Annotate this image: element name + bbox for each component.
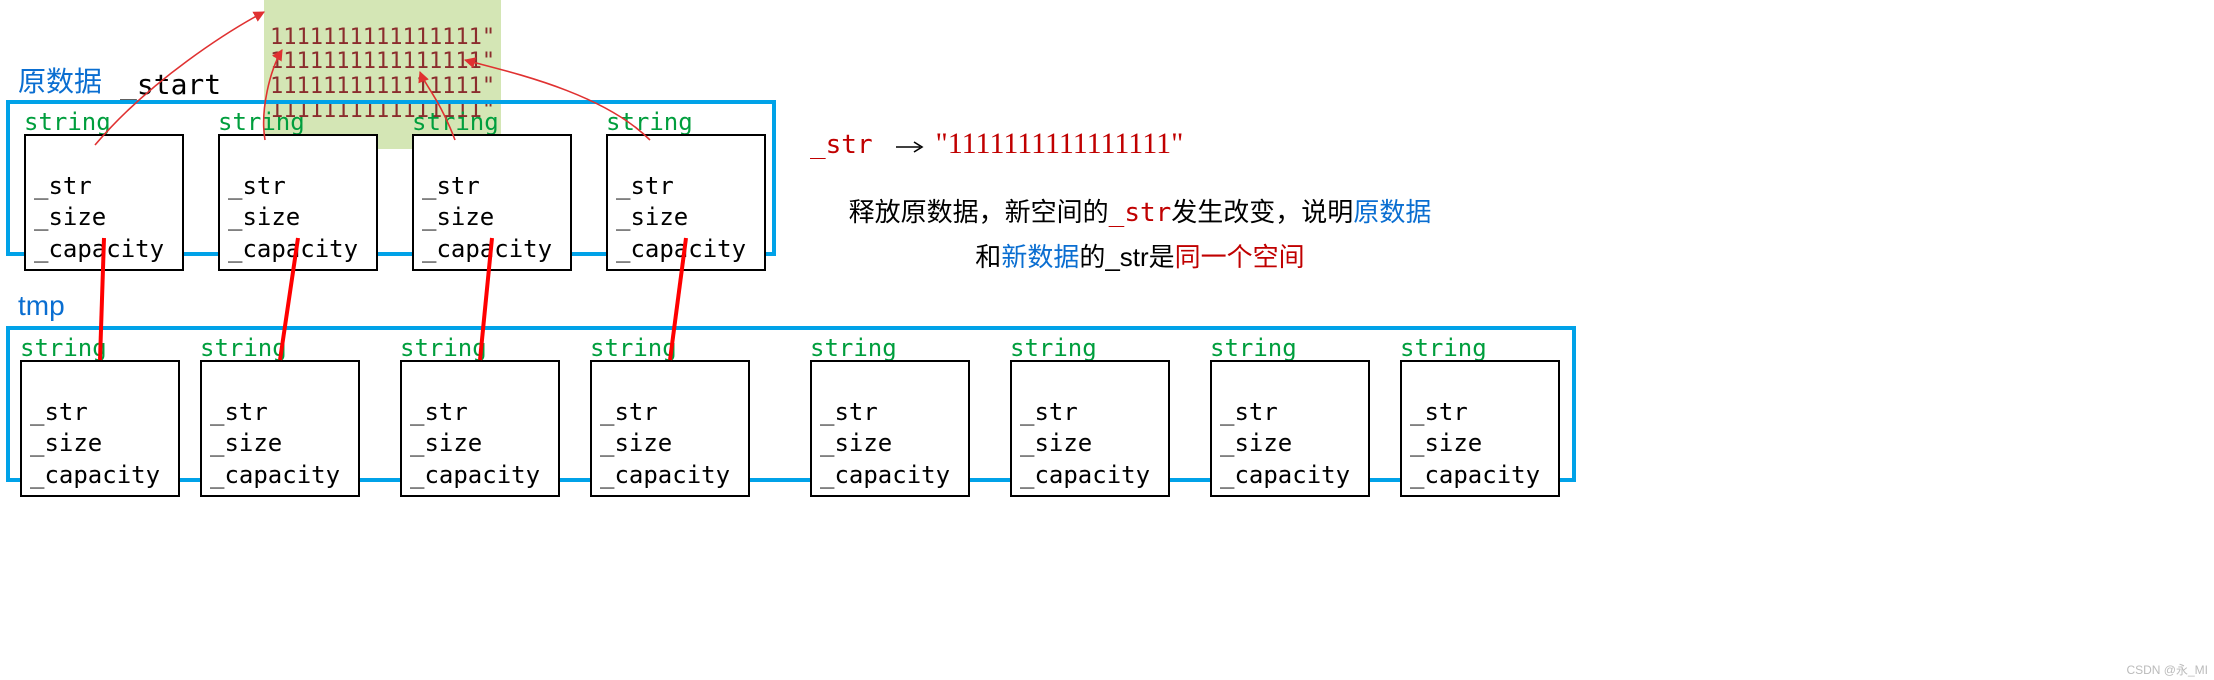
t: 的_str是: [1079, 242, 1174, 272]
field-size: _size: [422, 203, 494, 231]
field-capacity: _capacity: [30, 461, 160, 489]
string-object-top: _str _size _capacity: [24, 134, 184, 271]
t: 同一个空间: [1175, 242, 1305, 272]
string-object-top: _str _size _capacity: [412, 134, 572, 271]
diagram-stage: 1111111111111111" 1111111111111111" 1111…: [0, 0, 2214, 680]
heap-line: 1111111111111111": [270, 74, 495, 99]
field-str: _str: [616, 172, 674, 200]
field-str: _str: [820, 398, 878, 426]
field-size: _size: [600, 429, 672, 457]
field-capacity: _capacity: [1410, 461, 1540, 489]
string-type-label: string: [606, 108, 693, 136]
string-type-label: string: [590, 334, 677, 362]
string-type-label: string: [400, 334, 487, 362]
field-str: _str: [410, 398, 468, 426]
field-size: _size: [1410, 429, 1482, 457]
right-explainer: 释放原数据，新空间的_str发生改变，说明原数据 和新数据的_str是同一个空间: [820, 190, 1460, 279]
right-pointer: _str "1111111111111111": [810, 118, 1183, 169]
field-size: _size: [616, 203, 688, 231]
field-str: _str: [1410, 398, 1468, 426]
field-capacity: _capacity: [600, 461, 730, 489]
explainer-line1: 释放原数据，新空间的_str发生改变，说明原数据: [820, 190, 1460, 235]
field-capacity: _capacity: [616, 235, 746, 263]
label-tmp: tmp: [18, 290, 65, 322]
string-type-label: string: [412, 108, 499, 136]
arrow-icon: [894, 139, 928, 155]
t: 释放原数据，新空间的: [849, 197, 1109, 227]
field-capacity: _capacity: [1220, 461, 1350, 489]
t: 原数据: [1353, 197, 1431, 227]
field-size: _size: [1220, 429, 1292, 457]
field-capacity: _capacity: [34, 235, 164, 263]
heap-line: 1111111111111111": [270, 49, 495, 74]
field-size: _size: [210, 429, 282, 457]
string-object-top: _str _size _capacity: [218, 134, 378, 271]
string-object-tmp: _str _size _capacity: [400, 360, 560, 497]
field-capacity: _capacity: [820, 461, 950, 489]
string-type-label: string: [200, 334, 287, 362]
t: 新数据: [1001, 242, 1079, 272]
string-type-label: string: [1010, 334, 1097, 362]
string-type-label: string: [1400, 334, 1487, 362]
label-original-data: 原数据: [18, 60, 102, 100]
str-target: "1111111111111111": [936, 127, 1184, 160]
field-str: _str: [30, 398, 88, 426]
field-size: _size: [820, 429, 892, 457]
string-object-tmp: _str _size _capacity: [20, 360, 180, 497]
heap-line: 1111111111111111": [270, 25, 495, 50]
string-type-label: string: [20, 334, 107, 362]
field-size: _size: [34, 203, 106, 231]
field-capacity: _capacity: [1020, 461, 1150, 489]
string-type-label: string: [24, 108, 111, 136]
watermark: CSDN @永_MI: [2126, 661, 2208, 678]
field-size: _size: [1020, 429, 1092, 457]
field-size: _size: [228, 203, 300, 231]
string-object-tmp: _str _size _capacity: [1210, 360, 1370, 497]
field-str: _str: [422, 172, 480, 200]
t: 发生改变，说明: [1171, 197, 1353, 227]
field-str: _str: [34, 172, 92, 200]
field-capacity: _capacity: [228, 235, 358, 263]
field-str: _str: [1220, 398, 1278, 426]
field-size: _size: [30, 429, 102, 457]
label-start: _start: [120, 68, 221, 101]
string-type-label: string: [218, 108, 305, 136]
field-capacity: _capacity: [422, 235, 552, 263]
string-object-tmp: _str _size _capacity: [590, 360, 750, 497]
field-str: _str: [1020, 398, 1078, 426]
field-str: _str: [228, 172, 286, 200]
string-type-label: string: [810, 334, 897, 362]
t: 和: [975, 242, 1001, 272]
string-object-tmp: _str _size _capacity: [1010, 360, 1170, 497]
string-object-top: _str _size _capacity: [606, 134, 766, 271]
field-size: _size: [410, 429, 482, 457]
string-object-tmp: _str _size _capacity: [1400, 360, 1560, 497]
field-str: _str: [210, 398, 268, 426]
field-capacity: _capacity: [410, 461, 540, 489]
string-object-tmp: _str _size _capacity: [200, 360, 360, 497]
string-type-label: string: [1210, 334, 1297, 362]
field-capacity: _capacity: [210, 461, 340, 489]
field-str: _str: [600, 398, 658, 426]
str-label: _str: [810, 130, 873, 160]
t: _str: [1109, 198, 1172, 228]
string-object-tmp: _str _size _capacity: [810, 360, 970, 497]
explainer-line2: 和新数据的_str是同一个空间: [820, 235, 1460, 279]
